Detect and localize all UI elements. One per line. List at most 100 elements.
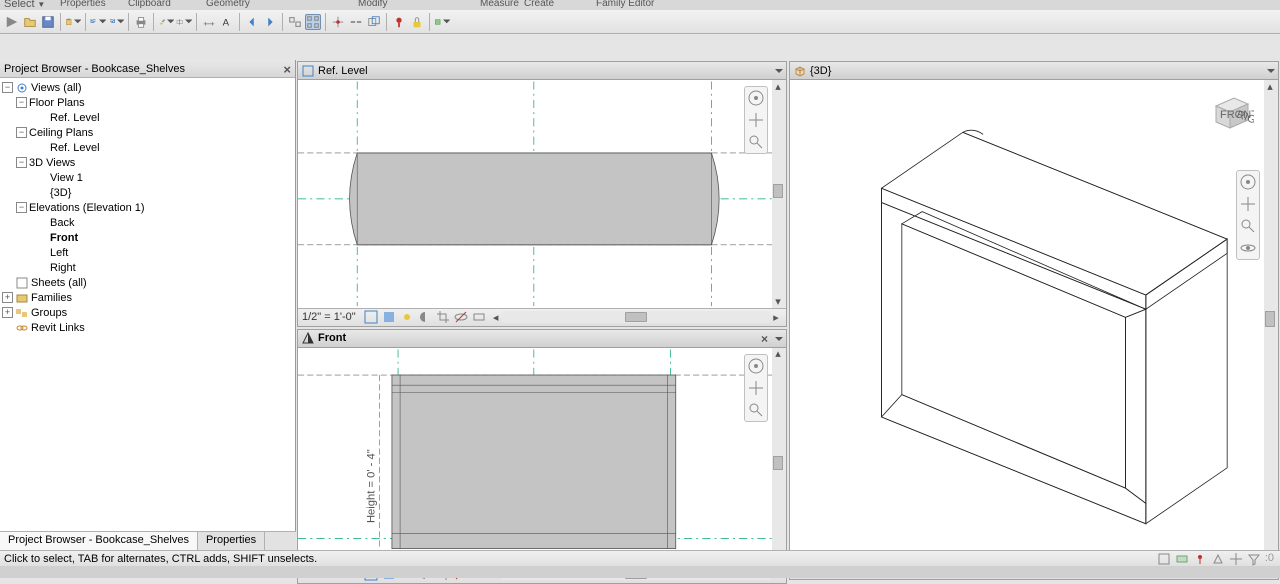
tree-elev-front[interactable]: Front	[0, 230, 295, 245]
select-links-icon[interactable]	[1157, 552, 1171, 566]
tree-revit-links[interactable]: Revit Links	[0, 320, 295, 335]
detail-level-icon[interactable]	[364, 310, 378, 324]
dropdown-icon[interactable]	[774, 334, 784, 344]
cut-geometry-icon[interactable]	[176, 14, 192, 30]
sun-path-icon[interactable]	[400, 310, 414, 324]
expand-icon[interactable]: +	[2, 307, 13, 318]
trim-icon[interactable]	[330, 14, 346, 30]
zoom-icon[interactable]	[747, 133, 765, 151]
collapse-icon[interactable]: −	[16, 157, 27, 168]
ribbon-group-modify[interactable]: Modify	[358, 0, 387, 9]
nav-wheel[interactable]	[1236, 170, 1260, 260]
tree-ceiling-plans[interactable]: −Ceiling Plans	[0, 125, 295, 140]
scrollbar-horizontal[interactable]: ◂ ▸	[490, 311, 782, 323]
ribbon-group-properties[interactable]: Properties	[60, 0, 106, 9]
align-icon[interactable]	[287, 14, 303, 30]
view-cube[interactable]: FRONT RIGHT	[1206, 88, 1254, 136]
text-tool-icon[interactable]: A	[219, 14, 235, 30]
tree-floor-ref-level[interactable]: Ref. Level	[0, 110, 295, 125]
pan-icon[interactable]	[747, 111, 765, 129]
dropdown-icon[interactable]	[774, 66, 784, 76]
scrollbar-vertical[interactable]: ▴ ▾	[1264, 80, 1278, 561]
visual-style-icon[interactable]	[382, 310, 396, 324]
ribbon-group-measure[interactable]: Measure	[480, 0, 519, 9]
select-underlay-icon[interactable]	[1175, 552, 1189, 566]
scroll-up-icon[interactable]: ▴	[1264, 80, 1276, 92]
tree-elev-right[interactable]: Right	[0, 260, 295, 275]
canvas-3d[interactable]: FRONT RIGHT	[790, 80, 1278, 561]
scroll-left-icon[interactable]: ◂	[490, 311, 502, 323]
ribbon-group-family-editor[interactable]: Family Editor	[596, 0, 654, 9]
split-icon[interactable]	[348, 14, 364, 30]
steering-wheel-icon[interactable]	[747, 89, 765, 107]
shadows-icon[interactable]	[418, 310, 432, 324]
canvas-ref-level[interactable]: ▴ ▾	[298, 80, 786, 308]
tree-3d-views[interactable]: −3D Views	[0, 155, 295, 170]
nav-wheel[interactable]	[744, 354, 768, 422]
close-icon[interactable]: ×	[761, 332, 768, 346]
orbit-icon[interactable]	[1239, 239, 1257, 257]
highlight-tool-icon[interactable]	[158, 14, 174, 30]
drag-icon[interactable]	[1229, 552, 1243, 566]
modify-tool-icon[interactable]	[4, 14, 20, 30]
collapse-icon[interactable]: −	[16, 127, 27, 138]
redo-icon[interactable]	[108, 14, 124, 30]
print-icon[interactable]	[133, 14, 149, 30]
ribbon-group-create[interactable]: Create	[524, 0, 554, 9]
close-icon[interactable]: ×	[283, 62, 291, 77]
tree-views-root[interactable]: −Views (all)	[0, 80, 295, 95]
scroll-thumb[interactable]	[773, 456, 783, 470]
scroll-up-icon[interactable]: ▴	[772, 348, 784, 360]
tree-elevations[interactable]: −Elevations (Elevation 1)	[0, 200, 295, 215]
tree-elev-back[interactable]: Back	[0, 215, 295, 230]
array-icon[interactable]	[305, 14, 321, 30]
scroll-thumb[interactable]	[625, 312, 647, 322]
viewport-header-front[interactable]: Front ×	[298, 330, 786, 348]
reveal-icon[interactable]	[472, 310, 486, 324]
hide-icon[interactable]	[454, 310, 468, 324]
move-left-icon[interactable]	[244, 14, 260, 30]
save-icon[interactable]	[40, 14, 56, 30]
dropdown-icon[interactable]	[1266, 66, 1276, 76]
open-icon[interactable]	[22, 14, 38, 30]
scroll-thumb[interactable]	[1265, 311, 1275, 327]
select-pinned-icon[interactable]	[1193, 552, 1207, 566]
undo-icon[interactable]	[90, 14, 106, 30]
tree-families[interactable]: +Families	[0, 290, 295, 305]
crop-icon[interactable]	[436, 310, 450, 324]
ribbon-group-select[interactable]: Select ▼	[4, 0, 45, 10]
steering-wheel-icon[interactable]	[747, 357, 765, 375]
scroll-up-icon[interactable]: ▴	[772, 80, 784, 92]
tree-elev-left[interactable]: Left	[0, 245, 295, 260]
zoom-icon[interactable]	[747, 401, 765, 419]
collapse-icon[interactable]: −	[16, 97, 27, 108]
pan-icon[interactable]	[1239, 195, 1257, 213]
tree-sheets[interactable]: Sheets (all)	[0, 275, 295, 290]
paste-icon[interactable]	[65, 14, 81, 30]
viewport-header-3d[interactable]: {3D}	[790, 62, 1278, 80]
tab-properties[interactable]: Properties	[198, 532, 265, 550]
tree-view1[interactable]: View 1	[0, 170, 295, 185]
nav-wheel[interactable]	[744, 86, 768, 154]
pin-icon[interactable]	[391, 14, 407, 30]
pan-icon[interactable]	[747, 379, 765, 397]
tree-3d-default[interactable]: {3D}	[0, 185, 295, 200]
expand-icon[interactable]: +	[2, 292, 13, 303]
scroll-thumb[interactable]	[773, 184, 783, 198]
offset-icon[interactable]	[366, 14, 382, 30]
move-right-icon[interactable]	[262, 14, 278, 30]
scroll-right-icon[interactable]: ▸	[770, 311, 782, 323]
activate-dims-icon[interactable]	[201, 14, 217, 30]
collapse-icon[interactable]: −	[16, 202, 27, 213]
tree-groups[interactable]: +Groups	[0, 305, 295, 320]
tree-ceiling-ref-level[interactable]: Ref. Level	[0, 140, 295, 155]
lock-icon[interactable]	[409, 14, 425, 30]
ribbon-group-geometry[interactable]: Geometry	[206, 0, 250, 9]
collapse-icon[interactable]: −	[2, 82, 13, 93]
zoom-icon[interactable]	[1239, 217, 1257, 235]
scrollbar-vertical[interactable]: ▴ ▾	[772, 80, 786, 308]
viewport-header-ref-level[interactable]: Ref. Level	[298, 62, 786, 80]
tab-project-browser[interactable]: Project Browser - Bookcase_Shelves	[0, 532, 198, 550]
load-family-icon[interactable]	[434, 14, 450, 30]
canvas-front[interactable]: Height = 0' - 4" ▴ ▾	[298, 348, 786, 565]
